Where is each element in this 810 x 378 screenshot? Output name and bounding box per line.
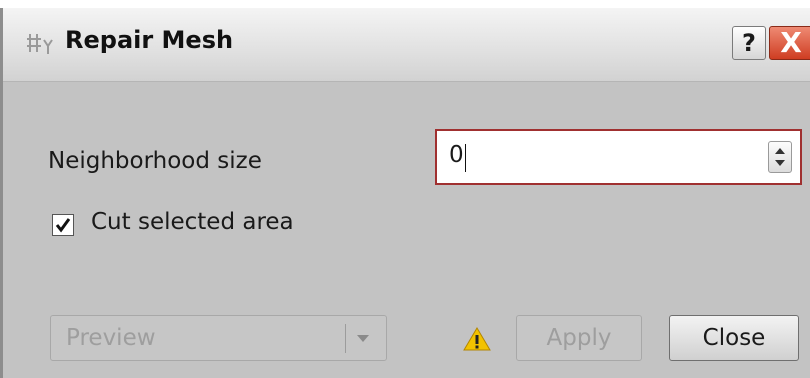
chevron-down-icon bbox=[357, 335, 369, 342]
spin-buttons[interactable] bbox=[768, 141, 792, 173]
chevron-down-icon[interactable] bbox=[775, 160, 785, 166]
preview-dropdown: Preview bbox=[50, 315, 387, 361]
apply-button: Apply bbox=[516, 315, 642, 361]
title-bar[interactable]: Repair Mesh ? X bbox=[3, 8, 810, 82]
neighborhood-size-spinbox[interactable]: 0 bbox=[435, 129, 802, 185]
dropdown-separator bbox=[345, 324, 346, 353]
neighborhood-size-label: Neighborhood size bbox=[48, 148, 262, 174]
checkmark-icon bbox=[55, 218, 71, 233]
neighborhood-size-value[interactable]: 0 bbox=[449, 142, 464, 168]
cut-selected-area-label[interactable]: Cut selected area bbox=[91, 209, 294, 235]
dialog-title: Repair Mesh bbox=[65, 26, 234, 54]
close-window-button[interactable]: X bbox=[769, 26, 810, 60]
mesh-tool-icon bbox=[27, 34, 53, 54]
warning-icon bbox=[463, 327, 491, 351]
chevron-up-icon[interactable] bbox=[775, 148, 785, 154]
close-button[interactable]: Close bbox=[669, 315, 799, 361]
preview-label: Preview bbox=[66, 325, 156, 351]
cut-selected-area-checkbox[interactable] bbox=[52, 214, 74, 236]
text-cursor bbox=[465, 144, 466, 172]
help-button[interactable]: ? bbox=[732, 26, 766, 60]
repair-mesh-dialog: Repair Mesh ? X Neighborhood size 0 Cut … bbox=[0, 8, 810, 378]
